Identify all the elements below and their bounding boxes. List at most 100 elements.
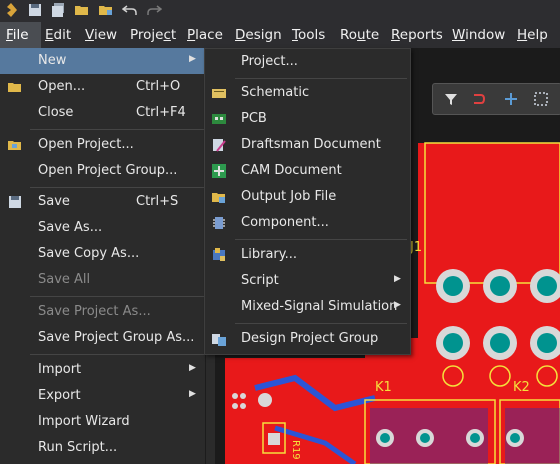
menu-item-save-all-label: Save All bbox=[38, 272, 91, 287]
menu-reports[interactable]: Reports bbox=[391, 26, 443, 44]
file-menu: New ▶ Open... Ctrl+O Close Ctrl+F4 Open … bbox=[0, 48, 206, 464]
quick-access-toolbar bbox=[0, 0, 560, 22]
submenu-item-mixed-signal-label: Mixed-Signal Simulation bbox=[241, 299, 398, 314]
menu-item-save-copy-as-label: Save Copy As... bbox=[38, 246, 140, 261]
menu-item-open-project-label: Open Project... bbox=[38, 137, 134, 152]
menu-item-open-shortcut: Ctrl+O bbox=[136, 79, 181, 94]
submenu-arrow-icon: ▶ bbox=[394, 300, 401, 310]
submenu-arrow-icon: ▶ bbox=[189, 54, 196, 64]
route-icon[interactable] bbox=[471, 91, 487, 107]
menu-help[interactable]: Help bbox=[517, 26, 548, 44]
menu-item-save-as[interactable]: Save As... bbox=[0, 215, 205, 241]
save-all-icon[interactable] bbox=[51, 2, 67, 18]
menu-separator bbox=[235, 239, 407, 240]
submenu-item-component[interactable]: Component... bbox=[205, 210, 410, 236]
menu-item-new[interactable]: New ▶ bbox=[0, 48, 205, 74]
menu-item-open-project-group[interactable]: Open Project Group... bbox=[0, 158, 205, 184]
library-icon bbox=[213, 248, 225, 261]
submenu-item-cam[interactable]: CAM Document bbox=[205, 158, 410, 184]
submenu-item-pcb-label: PCB bbox=[241, 111, 267, 126]
menu-tools[interactable]: Tools bbox=[292, 26, 325, 44]
menu-view[interactable]: View bbox=[85, 26, 117, 44]
menu-edit[interactable]: Edit bbox=[45, 26, 71, 44]
submenu-item-project[interactable]: Project... bbox=[205, 49, 410, 75]
menu-item-run-script[interactable]: Run Script... bbox=[0, 435, 205, 461]
submenu-item-script-label: Script bbox=[241, 273, 279, 288]
component-icon bbox=[213, 217, 225, 229]
select-rect-icon[interactable] bbox=[533, 91, 549, 107]
menu-window[interactable]: Window bbox=[452, 26, 505, 44]
menu-item-save-as-label: Save As... bbox=[38, 220, 103, 235]
submenu-item-cam-label: CAM Document bbox=[241, 163, 342, 178]
add-icon[interactable] bbox=[503, 91, 519, 107]
menu-item-save-project-group-as-label: Save Project Group As... bbox=[38, 330, 195, 345]
menu-item-save-copy-as[interactable]: Save Copy As... bbox=[0, 241, 205, 267]
submenu-arrow-icon: ▶ bbox=[189, 389, 196, 399]
cam-icon bbox=[212, 164, 226, 178]
submenu-item-schematic[interactable]: Schematic bbox=[205, 80, 410, 106]
submenu-item-output-job[interactable]: Output Job File bbox=[205, 184, 410, 210]
menu-item-close[interactable]: Close Ctrl+F4 bbox=[0, 100, 205, 126]
menu-item-close-label: Close bbox=[38, 105, 74, 120]
submenu-item-pcb[interactable]: PCB bbox=[205, 106, 410, 132]
menu-separator bbox=[30, 296, 204, 297]
app-logo-icon bbox=[7, 3, 17, 17]
submenu-item-draftsman-label: Draftsman Document bbox=[241, 137, 381, 152]
submenu-item-library-label: Library... bbox=[241, 247, 297, 262]
submenu-item-project-label: Project... bbox=[241, 54, 298, 69]
submenu-item-output-job-label: Output Job File bbox=[241, 189, 337, 204]
menu-separator bbox=[235, 78, 407, 79]
label-k2: K2 bbox=[513, 380, 530, 395]
project-group-icon bbox=[212, 334, 226, 346]
new-submenu: Project... Schematic PCB Draftsman Docum… bbox=[204, 48, 411, 355]
output-job-icon bbox=[212, 193, 225, 203]
open-folder-icon[interactable] bbox=[74, 2, 90, 18]
menu-separator bbox=[235, 323, 407, 324]
label-r19: R19 bbox=[290, 440, 301, 460]
menu-item-run-script-label: Run Script... bbox=[38, 440, 118, 455]
filter-icon[interactable] bbox=[443, 91, 459, 107]
menu-item-import-wizard-label: Import Wizard bbox=[38, 414, 130, 429]
draftsman-icon bbox=[213, 139, 226, 152]
submenu-item-script[interactable]: Script ▶ bbox=[205, 268, 410, 294]
menu-item-save[interactable]: Save Ctrl+S bbox=[0, 189, 205, 215]
submenu-item-design-project-group-label: Design Project Group bbox=[241, 331, 379, 346]
open-folder-recent-icon[interactable] bbox=[98, 2, 114, 18]
menu-design[interactable]: Design bbox=[235, 26, 282, 44]
menu-item-open-project[interactable]: Open Project... bbox=[0, 132, 205, 158]
submenu-arrow-icon: ▶ bbox=[189, 363, 196, 373]
menu-item-save-project-group-as[interactable]: Save Project Group As... bbox=[0, 325, 205, 351]
menu-item-open[interactable]: Open... Ctrl+O bbox=[0, 74, 205, 100]
undo-icon[interactable] bbox=[122, 2, 138, 18]
menu-separator bbox=[30, 129, 204, 130]
pcb-active-bar bbox=[432, 83, 560, 115]
submenu-item-mixed-signal[interactable]: Mixed-Signal Simulation ▶ bbox=[205, 294, 410, 320]
save-icon[interactable] bbox=[27, 2, 43, 18]
menu-bar: File Edit View Project Place Design Tool… bbox=[0, 22, 560, 49]
submenu-item-draftsman[interactable]: Draftsman Document bbox=[205, 132, 410, 158]
menu-item-close-shortcut: Ctrl+F4 bbox=[136, 105, 186, 120]
submenu-item-design-project-group[interactable]: Design Project Group bbox=[205, 326, 410, 352]
pcb-icon bbox=[212, 114, 226, 124]
menu-item-export-label: Export bbox=[38, 388, 81, 403]
menu-item-import[interactable]: Import ▶ bbox=[0, 357, 205, 383]
menu-item-save-project-as: Save Project As... bbox=[0, 299, 205, 325]
menu-item-import-label: Import bbox=[38, 362, 82, 377]
menu-separator bbox=[30, 187, 204, 188]
submenu-item-component-label: Component... bbox=[241, 215, 329, 230]
menu-item-save-project-as-label: Save Project As... bbox=[38, 304, 151, 319]
menu-item-new-label: New bbox=[38, 53, 67, 68]
redo-icon[interactable] bbox=[146, 2, 162, 18]
menu-project[interactable]: Project bbox=[130, 26, 176, 44]
menu-route[interactable]: Route bbox=[340, 26, 379, 44]
menu-place[interactable]: Place bbox=[187, 26, 223, 44]
label-k1: K1 bbox=[375, 380, 392, 395]
menu-file[interactable]: File bbox=[0, 22, 41, 48]
submenu-item-schematic-label: Schematic bbox=[241, 85, 310, 100]
menu-item-export[interactable]: Export ▶ bbox=[0, 383, 205, 409]
menu-item-import-wizard[interactable]: Import Wizard bbox=[0, 409, 205, 435]
submenu-item-library[interactable]: Library... bbox=[205, 242, 410, 268]
menu-item-save-label: Save bbox=[38, 194, 70, 209]
menu-item-save-all: Save All bbox=[0, 267, 205, 293]
menu-item-open-project-group-label: Open Project Group... bbox=[38, 163, 178, 178]
